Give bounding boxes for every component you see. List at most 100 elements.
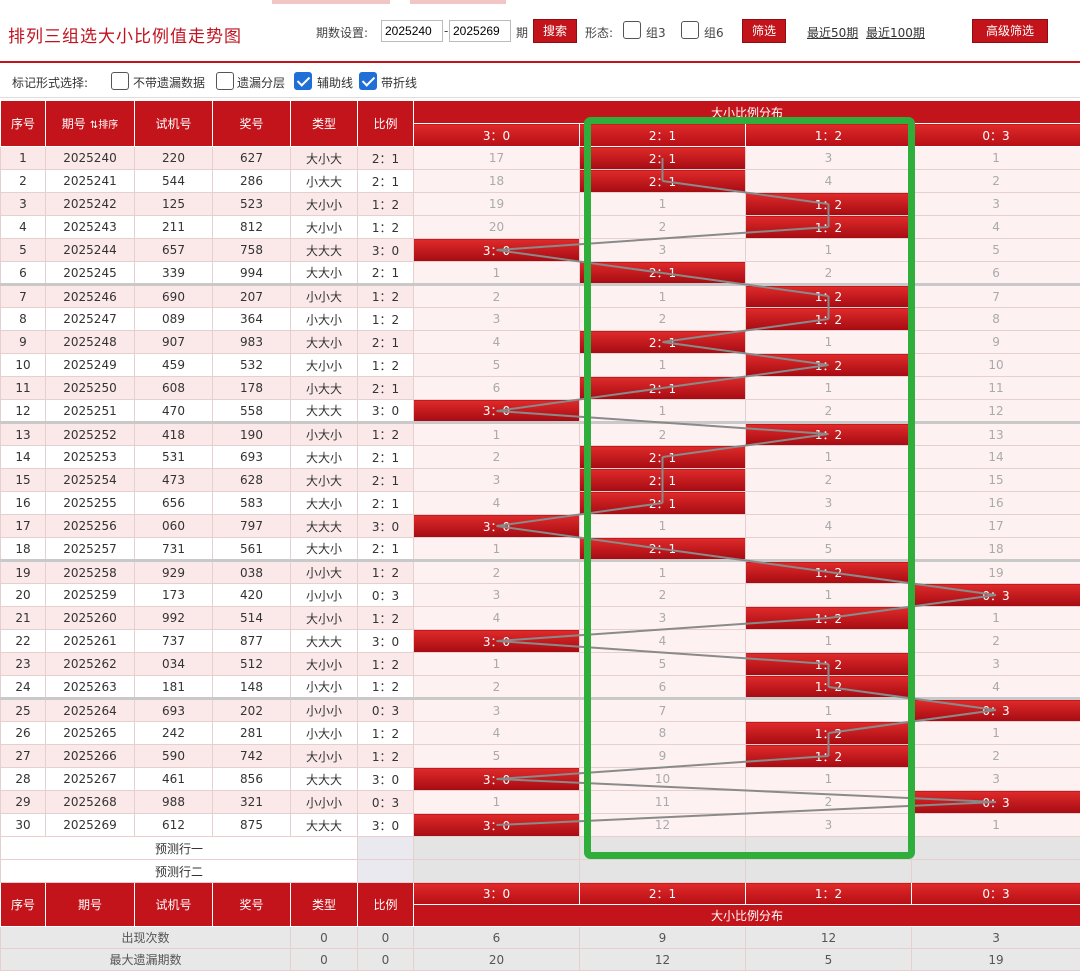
row-seq: 22 — [0, 629, 46, 653]
dist-hit-cell: 1：2 — [745, 606, 912, 630]
predict-ratio-cell[interactable] — [357, 836, 414, 860]
dist-miss-cell: 18 — [413, 169, 580, 193]
row-prize-number: 797 — [212, 514, 291, 538]
row-prize-number: 038 — [212, 559, 291, 584]
dist-miss-cell: 19 — [910, 559, 1080, 584]
miss-layer-checkbox[interactable] — [216, 72, 234, 90]
row-type: 小大小 — [290, 721, 358, 745]
form-group3-checkbox[interactable] — [623, 21, 641, 39]
row-issue: 2025263 — [45, 675, 135, 699]
dist-hit-cell: 1：2 — [745, 192, 912, 216]
recent-50-link[interactable]: 最近50期 — [807, 24, 858, 41]
top-tab-1[interactable] — [272, 0, 390, 4]
predict-row[interactable]: 预测行二 — [0, 859, 1080, 883]
row-ratio: 2：1 — [357, 169, 414, 193]
top-tab-2[interactable] — [410, 0, 506, 4]
table-row: 12 2025251 470 558 大大大 3：0 3：0 1 2 12 — [0, 399, 1080, 423]
row-seq: 1 — [0, 146, 46, 170]
stats-value: 6 — [413, 926, 580, 949]
row-test-number: 929 — [134, 559, 213, 584]
predict-ratio-cell[interactable] — [357, 859, 414, 883]
dist-miss-cell: 4 — [910, 675, 1080, 699]
dist-miss-cell: 1 — [413, 261, 580, 285]
row-ratio: 2：1 — [357, 537, 414, 561]
stats-value: 19 — [910, 948, 1080, 971]
dist-miss-cell: 10 — [579, 767, 746, 791]
dist-hit-cell: 0：3 — [910, 583, 1080, 607]
miss-layer-label: 遗漏分层 — [237, 76, 286, 90]
row-test-number: 737 — [134, 629, 213, 653]
period-from-input[interactable] — [381, 20, 443, 42]
stats-ratio: 0 — [357, 948, 414, 971]
row-type: 大大小 — [290, 491, 358, 515]
dist-miss-cell: 9 — [579, 744, 746, 768]
predict-dist-cell[interactable] — [745, 859, 912, 883]
search-button[interactable]: 搜索 — [533, 19, 577, 43]
predict-dist-cell[interactable] — [910, 859, 1080, 883]
recent-100-link[interactable]: 最近100期 — [866, 24, 925, 41]
guide-line-checkbox[interactable] — [294, 72, 312, 90]
row-seq: 6 — [0, 261, 46, 285]
form-group6-checkbox[interactable] — [681, 21, 699, 39]
row-issue: 2025245 — [45, 261, 135, 285]
row-ratio: 1：2 — [357, 606, 414, 630]
row-prize-number: 983 — [212, 330, 291, 354]
period-to-input[interactable] — [449, 20, 511, 42]
dist-hit-cell: 2：1 — [579, 330, 746, 354]
row-seq: 7 — [0, 283, 46, 308]
predict-dist-cell[interactable] — [745, 836, 912, 860]
no-miss-data-checkbox[interactable] — [111, 72, 129, 90]
row-issue: 2025251 — [45, 399, 135, 423]
row-ratio: 1：2 — [357, 353, 414, 377]
row-issue: 2025268 — [45, 790, 135, 814]
row-seq: 8 — [0, 307, 46, 331]
dist-hit-cell: 1：2 — [745, 559, 912, 584]
row-type: 大小小 — [290, 652, 358, 676]
dist-miss-cell: 2 — [910, 629, 1080, 653]
row-type: 小小小 — [290, 697, 358, 722]
col-seq-header: 序号 — [0, 100, 46, 147]
row-seq: 16 — [0, 491, 46, 515]
filter-button[interactable]: 筛选 — [742, 19, 786, 43]
predict-dist-cell[interactable] — [910, 836, 1080, 860]
row-ratio: 3：0 — [357, 514, 414, 538]
stats-label: 出现次数 — [0, 926, 291, 949]
row-ratio: 1：2 — [357, 215, 414, 239]
predict-dist-cell[interactable] — [579, 836, 746, 860]
dist-hit-cell: 2：1 — [579, 146, 746, 170]
col-issue-header[interactable]: 期号 ⇅排序 — [45, 100, 135, 147]
predict-row-label[interactable]: 预测行二 — [0, 859, 358, 883]
row-seq: 4 — [0, 215, 46, 239]
row-prize-number: 190 — [212, 421, 291, 446]
predict-dist-cell[interactable] — [413, 859, 580, 883]
period-dash: - — [444, 24, 449, 38]
polyline-checkbox[interactable] — [359, 72, 377, 90]
dist-hit-cell: 3：0 — [413, 514, 580, 538]
dist-miss-cell: 2 — [413, 675, 580, 699]
row-test-number: 531 — [134, 445, 213, 469]
sort-arrows-icon[interactable]: ⇅ — [90, 120, 98, 131]
advanced-filter-button[interactable]: 高级筛选 — [972, 19, 1048, 43]
dist-miss-cell: 4 — [413, 606, 580, 630]
row-prize-number: 856 — [212, 767, 291, 791]
dist-miss-cell: 8 — [579, 721, 746, 745]
row-ratio: 1：2 — [357, 559, 414, 584]
predict-row[interactable]: 预测行一 — [0, 836, 1080, 860]
predict-dist-cell[interactable] — [579, 859, 746, 883]
predict-row-label[interactable]: 预测行一 — [0, 836, 358, 860]
dist-miss-cell: 7 — [910, 283, 1080, 308]
dist-miss-cell: 3 — [413, 468, 580, 492]
table-row: 23 2025262 034 512 大小小 1：2 1 5 1：2 3 — [0, 652, 1080, 676]
stats-value: 3 — [910, 926, 1080, 949]
sort-label[interactable]: 排序 — [98, 120, 118, 131]
predict-dist-cell[interactable] — [413, 836, 580, 860]
foot-col-issue: 期号 — [45, 882, 135, 927]
dist-hit-cell: 1：2 — [745, 353, 912, 377]
row-ratio: 3：0 — [357, 238, 414, 262]
row-ratio: 2：1 — [357, 468, 414, 492]
row-seq: 26 — [0, 721, 46, 745]
dist-miss-cell: 2 — [579, 583, 746, 607]
dist-header-03: 0：3 — [910, 123, 1080, 147]
row-prize-number: 420 — [212, 583, 291, 607]
dist-hit-cell: 3：0 — [413, 813, 580, 837]
